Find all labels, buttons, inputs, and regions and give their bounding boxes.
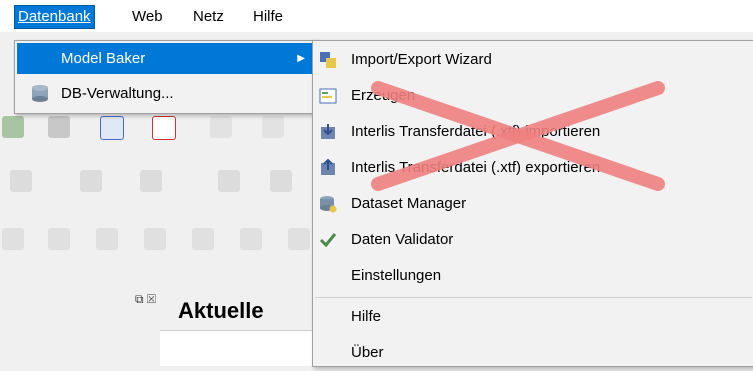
menu-datenbank[interactable]: Datenbank: [14, 5, 95, 29]
panel-title: Aktuelle: [178, 298, 264, 323]
select-feature-icon[interactable]: [80, 170, 102, 192]
label-abc-icon[interactable]: [100, 116, 124, 140]
menu-item-daten-validator[interactable]: Daten Validator: [315, 222, 752, 258]
menu-item-einstellungen[interactable]: Einstellungen: [315, 258, 752, 294]
wizard-icon: [320, 52, 336, 68]
menu-netz[interactable]: Netz: [190, 6, 227, 28]
menu-bar: Datenbank Web Netz Hilfe: [0, 0, 753, 32]
menu-separator: [315, 297, 752, 298]
label-abc-red-icon[interactable]: [152, 116, 176, 140]
menu-item-dataset-manager[interactable]: Dataset Manager: [315, 186, 752, 222]
select-icon[interactable]: [10, 170, 32, 192]
menu-item-xtf-exportieren[interactable]: Interlis Transferdatei (.xtf) exportiere…: [315, 150, 752, 186]
menu-item-xtf-importieren-label: Interlis Transferdatei (.xtf) importiere…: [351, 123, 601, 140]
tool-4-icon[interactable]: [144, 228, 166, 250]
vertex-tool-icon[interactable]: [270, 170, 292, 192]
menu-item-einstellungen-label: Einstellungen: [351, 267, 442, 284]
menu-item-hilfe-label: Hilfe: [351, 308, 382, 325]
panel-dock-buttons[interactable]: ⧉ ☒: [135, 292, 156, 307]
submenu-arrow-icon: ▶: [297, 53, 305, 64]
tool-5-icon[interactable]: [192, 228, 214, 250]
database-icon: [32, 85, 48, 102]
import-icon: [321, 124, 335, 139]
menu-hilfe[interactable]: Hilfe: [250, 6, 286, 28]
tool-1-icon[interactable]: [2, 228, 24, 250]
tool-7-icon[interactable]: [288, 228, 310, 250]
menu-item-ueber-label: Über: [351, 344, 384, 361]
select-freehand-icon[interactable]: [218, 170, 240, 192]
label-tool-icon[interactable]: [48, 116, 70, 138]
menu-item-erzeugen[interactable]: Erzeugen: [315, 78, 752, 114]
model-baker-submenu: Import/Export Wizard Erzeugen Interlis T…: [312, 40, 753, 367]
menu-item-import-export-wizard-label: Import/Export Wizard: [351, 51, 492, 68]
menu-item-import-export-wizard[interactable]: Import/Export Wizard: [315, 42, 752, 78]
menu-datenbank-label: Datenbank: [18, 8, 91, 25]
layer-icon[interactable]: [2, 116, 24, 138]
datenbank-menu: Model Baker ▶ DB-Verwaltung...: [14, 40, 316, 114]
menu-item-model-baker[interactable]: Model Baker ▶: [17, 43, 313, 74]
dataset-icon: [320, 196, 337, 213]
generate-icon: [319, 88, 337, 104]
advanced-toolbar: [0, 222, 320, 258]
export-icon: [321, 159, 335, 175]
menu-item-model-baker-label: Model Baker: [61, 50, 146, 67]
menu-item-db-verwaltung[interactable]: DB-Verwaltung...: [17, 78, 313, 109]
menu-web[interactable]: Web: [129, 6, 166, 28]
menu-hilfe-label: Hilfe: [253, 8, 284, 25]
menu-item-hilfe[interactable]: Hilfe: [315, 299, 752, 335]
selection-toolbar: [0, 164, 320, 200]
menu-item-erzeugen-label: Erzeugen: [351, 87, 416, 104]
tool-6-icon[interactable]: [240, 228, 262, 250]
menu-item-dataset-manager-label: Dataset Manager: [351, 195, 467, 212]
menu-web-label: Web: [132, 8, 163, 25]
menu-item-daten-validator-label: Daten Validator: [351, 231, 454, 248]
checkmark-icon: [319, 233, 337, 248]
panel-body: [160, 330, 320, 366]
label-show-icon[interactable]: [262, 116, 284, 138]
menu-netz-label: Netz: [193, 8, 224, 25]
tool-2-icon[interactable]: [48, 228, 70, 250]
menu-item-xtf-exportieren-label: Interlis Transferdatei (.xtf) exportiere…: [351, 159, 601, 176]
menu-item-ueber[interactable]: Über: [315, 335, 752, 371]
digitizing-toolbar: [0, 110, 320, 146]
select-polygon-icon[interactable]: [140, 170, 162, 192]
tool-3-icon[interactable]: [96, 228, 118, 250]
menu-item-db-verwaltung-label: DB-Verwaltung...: [61, 85, 174, 102]
menu-item-xtf-importieren[interactable]: Interlis Transferdatei (.xtf) importiere…: [315, 114, 752, 150]
label-pin-icon[interactable]: [210, 116, 232, 138]
